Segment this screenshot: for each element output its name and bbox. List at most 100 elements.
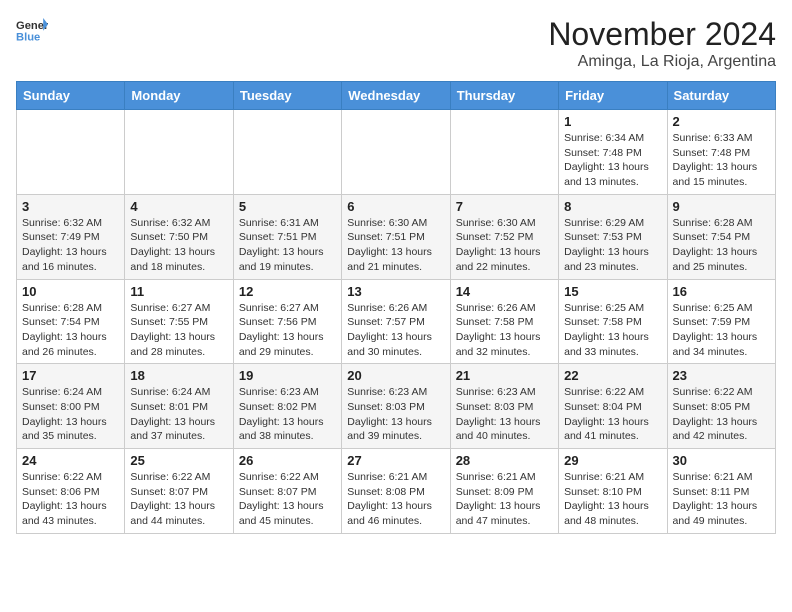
day-info: Sunrise: 6:27 AM Sunset: 7:56 PM Dayligh… [239, 301, 336, 360]
day-number: 9 [673, 199, 770, 214]
calendar-cell: 27 Sunrise: 6:21 AM Sunset: 8:08 PM Dayli… [342, 449, 450, 534]
calendar-cell: 28Sunrise: 6:21 AM Sunset: 8:09 PM Dayli… [450, 449, 558, 534]
calendar-cell: 26 Sunrise: 6:22 AM Sunset: 8:07 PM Dayli… [233, 449, 341, 534]
calendar-cell: 12 Sunrise: 6:27 AM Sunset: 7:56 PM Dayli… [233, 279, 341, 364]
calendar-cell: 24Sunrise: 6:22 AM Sunset: 8:06 PM Dayli… [17, 449, 125, 534]
calendar-cell: 13 Sunrise: 6:26 AM Sunset: 7:57 PM Dayli… [342, 279, 450, 364]
day-number: 1 [564, 114, 661, 129]
day-header-thursday: Thursday [450, 82, 558, 110]
logo-icon: General Blue [16, 16, 48, 44]
day-number: 17 [22, 368, 119, 383]
day-info: Sunrise: 6:23 AM Sunset: 8:03 PM Dayligh… [347, 385, 444, 444]
calendar-cell: 30 Sunrise: 6:21 AM Sunset: 8:11 PM Dayli… [667, 449, 775, 534]
day-number: 26 [239, 453, 336, 468]
day-number: 21 [456, 368, 553, 383]
day-number: 15 [564, 284, 661, 299]
day-info: Sunrise: 6:29 AM Sunset: 7:53 PM Dayligh… [564, 216, 661, 275]
day-info: Sunrise: 6:32 AM Sunset: 7:50 PM Dayligh… [130, 216, 227, 275]
day-info: Sunrise: 6:25 AM Sunset: 7:59 PM Dayligh… [673, 301, 770, 360]
day-info: Sunrise: 6:21 AM Sunset: 8:10 PM Dayligh… [564, 470, 661, 529]
day-info: Sunrise: 6:22 AM Sunset: 8:04 PM Dayligh… [564, 385, 661, 444]
day-info: Sunrise: 6:27 AM Sunset: 7:55 PM Dayligh… [130, 301, 227, 360]
day-header-friday: Friday [559, 82, 667, 110]
day-number: 2 [673, 114, 770, 129]
day-info: Sunrise: 6:30 AM Sunset: 7:51 PM Dayligh… [347, 216, 444, 275]
calendar-title: November 2024 [548, 16, 776, 53]
day-number: 12 [239, 284, 336, 299]
day-header-sunday: Sunday [17, 82, 125, 110]
day-number: 28 [456, 453, 553, 468]
day-number: 11 [130, 284, 227, 299]
day-number: 8 [564, 199, 661, 214]
day-info: Sunrise: 6:28 AM Sunset: 7:54 PM Dayligh… [22, 301, 119, 360]
calendar-cell: 2 Sunrise: 6:33 AM Sunset: 7:48 PM Daylig… [667, 110, 775, 195]
svg-text:Blue: Blue [16, 31, 40, 43]
day-number: 23 [673, 368, 770, 383]
calendar-cell: 1Sunrise: 6:34 AM Sunset: 7:48 PM Daylig… [559, 110, 667, 195]
calendar-cell: 5 Sunrise: 6:31 AM Sunset: 7:51 PM Daylig… [233, 194, 341, 279]
day-number: 14 [456, 284, 553, 299]
day-number: 24 [22, 453, 119, 468]
calendar-cell: 4 Sunrise: 6:32 AM Sunset: 7:50 PM Daylig… [125, 194, 233, 279]
day-number: 29 [564, 453, 661, 468]
day-info: Sunrise: 6:33 AM Sunset: 7:48 PM Dayligh… [673, 131, 770, 190]
day-info: Sunrise: 6:21 AM Sunset: 8:08 PM Dayligh… [347, 470, 444, 529]
week-row-2: 3 Sunrise: 6:32 AM Sunset: 7:49 PM Daylig… [17, 194, 776, 279]
calendar-cell: 17Sunrise: 6:24 AM Sunset: 8:00 PM Dayli… [17, 364, 125, 449]
day-info: Sunrise: 6:26 AM Sunset: 7:57 PM Dayligh… [347, 301, 444, 360]
week-row-3: 10 Sunrise: 6:28 AM Sunset: 7:54 PM Dayli… [17, 279, 776, 364]
day-info: Sunrise: 6:22 AM Sunset: 8:07 PM Dayligh… [239, 470, 336, 529]
day-number: 4 [130, 199, 227, 214]
day-info: Sunrise: 6:30 AM Sunset: 7:52 PM Dayligh… [456, 216, 553, 275]
day-number: 27 [347, 453, 444, 468]
day-header-wednesday: Wednesday [342, 82, 450, 110]
week-row-4: 17Sunrise: 6:24 AM Sunset: 8:00 PM Dayli… [17, 364, 776, 449]
calendar-cell: 16Sunrise: 6:25 AM Sunset: 7:59 PM Dayli… [667, 279, 775, 364]
calendar-cell: 10 Sunrise: 6:28 AM Sunset: 7:54 PM Dayli… [17, 279, 125, 364]
calendar-cell: 29 Sunrise: 6:21 AM Sunset: 8:10 PM Dayli… [559, 449, 667, 534]
day-number: 3 [22, 199, 119, 214]
calendar-cell [450, 110, 558, 195]
day-info: Sunrise: 6:28 AM Sunset: 7:54 PM Dayligh… [673, 216, 770, 275]
calendar-cell [17, 110, 125, 195]
calendar-cell: 21 Sunrise: 6:23 AM Sunset: 8:03 PM Dayli… [450, 364, 558, 449]
calendar-cell: 23 Sunrise: 6:22 AM Sunset: 8:05 PM Dayli… [667, 364, 775, 449]
day-info: Sunrise: 6:26 AM Sunset: 7:58 PM Dayligh… [456, 301, 553, 360]
calendar-cell: 14 Sunrise: 6:26 AM Sunset: 7:58 PM Dayli… [450, 279, 558, 364]
calendar-cell: 11 Sunrise: 6:27 AM Sunset: 7:55 PM Dayli… [125, 279, 233, 364]
header: General Blue November 2024 Aminga, La Ri… [16, 16, 776, 71]
day-number: 22 [564, 368, 661, 383]
calendar-cell [342, 110, 450, 195]
calendar-cell: 8 Sunrise: 6:29 AM Sunset: 7:53 PM Daylig… [559, 194, 667, 279]
day-number: 19 [239, 368, 336, 383]
day-number: 5 [239, 199, 336, 214]
calendar-cell: 20 Sunrise: 6:23 AM Sunset: 8:03 PM Dayli… [342, 364, 450, 449]
day-info: Sunrise: 6:21 AM Sunset: 8:11 PM Dayligh… [673, 470, 770, 529]
day-info: Sunrise: 6:22 AM Sunset: 8:05 PM Dayligh… [673, 385, 770, 444]
calendar-cell: 25Sunrise: 6:22 AM Sunset: 8:07 PM Dayli… [125, 449, 233, 534]
logo: General Blue [16, 16, 48, 44]
calendar-cell: 18 Sunrise: 6:24 AM Sunset: 8:01 PM Dayli… [125, 364, 233, 449]
calendar-cell: 19 Sunrise: 6:23 AM Sunset: 8:02 PM Dayli… [233, 364, 341, 449]
day-number: 13 [347, 284, 444, 299]
day-info: Sunrise: 6:23 AM Sunset: 8:03 PM Dayligh… [456, 385, 553, 444]
title-area: November 2024 Aminga, La Rioja, Argentin… [548, 16, 776, 71]
day-number: 25 [130, 453, 227, 468]
calendar-cell: 9 Sunrise: 6:28 AM Sunset: 7:54 PM Daylig… [667, 194, 775, 279]
calendar-cell [233, 110, 341, 195]
day-number: 10 [22, 284, 119, 299]
day-info: Sunrise: 6:23 AM Sunset: 8:02 PM Dayligh… [239, 385, 336, 444]
calendar-cell: 6Sunrise: 6:30 AM Sunset: 7:51 PM Daylig… [342, 194, 450, 279]
calendar-cell: 3 Sunrise: 6:32 AM Sunset: 7:49 PM Daylig… [17, 194, 125, 279]
calendar-cell: 7Sunrise: 6:30 AM Sunset: 7:52 PM Daylig… [450, 194, 558, 279]
day-info: Sunrise: 6:31 AM Sunset: 7:51 PM Dayligh… [239, 216, 336, 275]
day-info: Sunrise: 6:32 AM Sunset: 7:49 PM Dayligh… [22, 216, 119, 275]
day-number: 20 [347, 368, 444, 383]
calendar-subtitle: Aminga, La Rioja, Argentina [548, 53, 776, 71]
day-info: Sunrise: 6:25 AM Sunset: 7:58 PM Dayligh… [564, 301, 661, 360]
calendar-table: SundayMondayTuesdayWednesdayThursdayFrid… [16, 81, 776, 534]
day-number: 30 [673, 453, 770, 468]
day-header-monday: Monday [125, 82, 233, 110]
day-info: Sunrise: 6:24 AM Sunset: 8:01 PM Dayligh… [130, 385, 227, 444]
day-number: 18 [130, 368, 227, 383]
